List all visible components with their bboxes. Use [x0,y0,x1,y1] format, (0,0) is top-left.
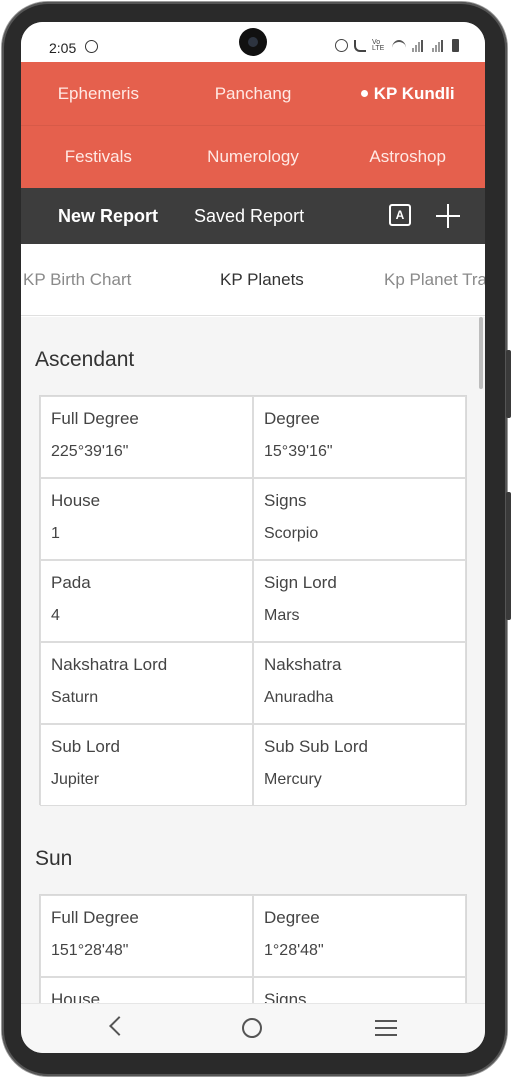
front-camera [239,28,267,56]
cell: Nakshatra Anuradha [253,642,466,724]
home-icon[interactable] [242,1018,262,1038]
report-bar: New Report Saved Report A [21,188,485,244]
sub-tabs: KP Birth Chart KP Planets Kp Planet Tra [21,244,485,316]
alarm-icon [335,39,348,52]
cell: Nakshatra Lord Saturn [40,642,253,724]
tab-kp-birth-chart[interactable]: KP Birth Chart [23,270,131,290]
power-button [506,492,511,620]
phone-device: 2:05 Vo LTE Ephemeris Panchang KP Kundli… [0,0,511,1080]
nav-astroshop[interactable]: Astroshop [330,126,485,188]
nav-numerology[interactable]: Numerology [176,126,331,188]
sun-grid: Full Degree 151°28'48" Degree 1°28'48" Hou… [39,894,467,1003]
cell: Sign Lord Mars [253,560,466,642]
cell: Sub Sub Lord Mercury [253,724,466,806]
add-icon[interactable] [435,203,461,229]
status-bar: 2:05 Vo LTE [21,22,485,62]
whatsapp-icon [85,40,98,53]
app-screen: 2:05 Vo LTE Ephemeris Panchang KP Kundli… [21,22,485,1053]
cell: Signs [253,977,466,1003]
nav-ephemeris[interactable]: Ephemeris [21,62,176,125]
cell: Signs Scorpio [253,478,466,560]
section-title-sun: Sun [35,847,73,870]
cell: Degree 15°39'16" [253,396,466,478]
ascendant-grid: Full Degree 225°39'16" Degree 15°39'16" Ho… [39,395,467,806]
signal-icon-2 [432,39,446,52]
wifi-icon [392,39,406,52]
system-nav-bar [21,1003,485,1053]
nav-kp-kundli[interactable]: KP Kundli [330,62,485,125]
status-time: 2:05 [49,40,77,56]
scrollbar[interactable] [479,317,483,389]
planet-details[interactable]: Ascendant Full Degree 225°39'16" Degree 15… [21,317,485,1003]
tab-kp-planet-transit[interactable]: Kp Planet Tra [384,270,485,290]
wifi-calling-icon [354,39,366,52]
translate-icon[interactable]: A [389,204,411,226]
back-icon[interactable] [109,1016,129,1036]
section-title-ascendant: Ascendant [35,348,135,371]
top-nav-row-2: Festivals Numerology Astroshop [21,125,485,188]
cell: Sub Lord Jupiter [40,724,253,806]
tab-kp-planets[interactable]: KP Planets [220,270,304,290]
cell: Full Degree 225°39'16" [40,396,253,478]
new-report-tab[interactable]: New Report [58,206,158,227]
cell: House 1 [40,478,253,560]
top-navigation: Ephemeris Panchang KP Kundli Festivals N… [21,62,485,188]
top-nav-row-1: Ephemeris Panchang KP Kundli [21,62,485,125]
cell: Degree 1°28'48" [253,895,466,977]
volte-icon: Vo LTE [372,38,385,52]
volume-button [506,350,511,418]
saved-report-tab[interactable]: Saved Report [194,206,304,227]
cell: House [40,977,253,1003]
cell: Full Degree 151°28'48" [40,895,253,977]
cell: Pada 4 [40,560,253,642]
nav-panchang[interactable]: Panchang [176,62,331,125]
nav-festivals[interactable]: Festivals [21,126,176,188]
battery-icon [452,39,459,52]
active-dot-icon [360,90,368,97]
recent-apps-icon[interactable] [375,1020,397,1036]
status-icons: Vo LTE [335,39,459,52]
signal-icon [412,39,426,52]
